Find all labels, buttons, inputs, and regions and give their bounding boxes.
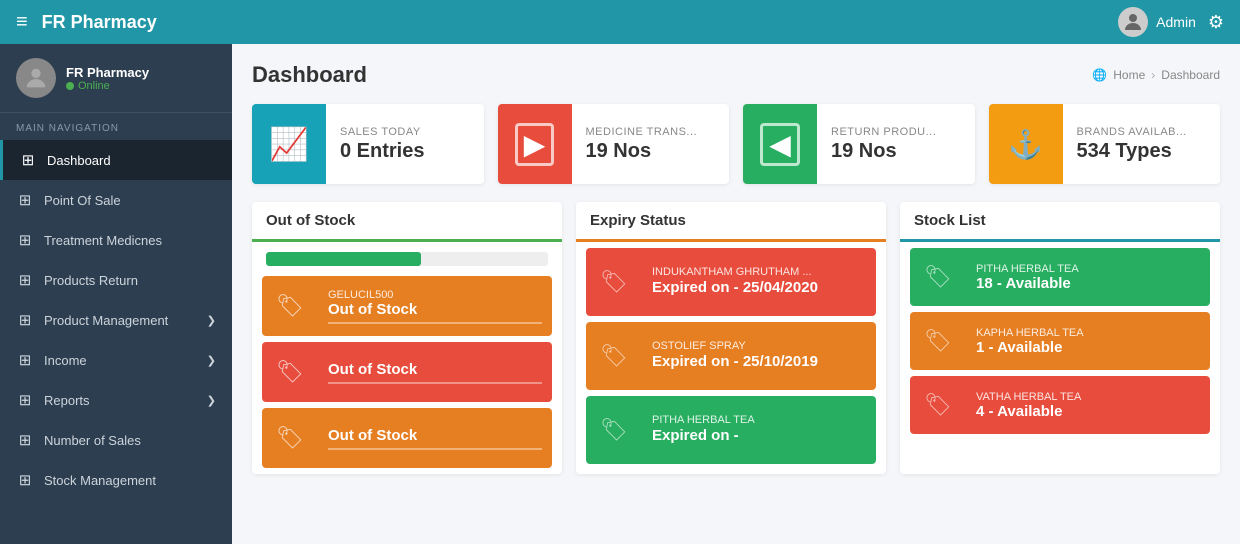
brands-label: BRANDS AVAILAB... xyxy=(1077,126,1187,138)
main-content: Dashboard 🌐 Home › Dashboard 📈 SALES TOD… xyxy=(232,44,1240,544)
sales-today-label: SALES TODAY xyxy=(340,126,424,138)
stats-row: 📈 SALES TODAY 0 Entries ▶ MEDICINE TRANS… xyxy=(252,104,1220,184)
chevron-right-icon2: ❯ xyxy=(207,354,216,367)
income-icon: ⊞ xyxy=(16,351,34,369)
reports-icon: ⊞ xyxy=(16,391,34,409)
anchor-icon: ⚓ xyxy=(1008,128,1043,161)
stock-tag-icon-1: 🏷 xyxy=(262,342,318,402)
stat-card-medicine-trans[interactable]: ▶ MEDICINE TRANS... 19 Nos xyxy=(498,104,730,184)
stock-list-panel: Stock List 🏷 PITHA HERBAL TEA 18 - Avail… xyxy=(900,202,1220,474)
return-produ-value: 19 Nos xyxy=(831,140,936,163)
admin-info: Admin xyxy=(1118,7,1196,37)
trending-up-icon: 📈 xyxy=(269,125,309,163)
brands-icon-box: ⚓ xyxy=(989,104,1063,184)
stock-tag-icon-0: 🏷 xyxy=(262,276,318,336)
sidebar: FR Pharmacy Online MAIN NAVIGATION ⊞ Das… xyxy=(0,44,232,544)
products-return-icon: ⊞ xyxy=(16,271,34,289)
sidebar-item-point-of-sale[interactable]: ⊞ Point Of Sale xyxy=(0,180,232,220)
out-of-stock-header: Out of Stock xyxy=(252,202,562,242)
stock-progress-bar xyxy=(266,252,548,266)
return-produ-icon-box: ◀ xyxy=(743,104,817,184)
stock-list-item-1[interactable]: 🏷 KAPHA HERBAL TEA 1 - Available xyxy=(910,312,1210,370)
out-of-stock-panel: Out of Stock 🏷 GELUCIL500 Out of Stock 🏷 xyxy=(252,202,562,474)
expiry-tag-icon-1: 🏷 xyxy=(586,322,642,390)
expiry-tag-icon-0: 🏷 xyxy=(586,248,642,316)
stat-card-sales-today[interactable]: 📈 SALES TODAY 0 Entries xyxy=(252,104,484,184)
sidebar-item-dashboard[interactable]: ⊞ Dashboard xyxy=(0,140,232,180)
stat-card-return-produ[interactable]: ◀ RETURN PRODU... 19 Nos xyxy=(743,104,975,184)
avatar xyxy=(1118,7,1148,37)
stock-list-item-0[interactable]: 🏷 PITHA HERBAL TEA 18 - Available xyxy=(910,248,1210,306)
stock-list-tag-icon-1: 🏷 xyxy=(910,312,966,370)
navbar: ≡ FR Pharmacy Admin ⚙ xyxy=(0,0,1240,44)
sidebar-username: FR Pharmacy xyxy=(66,65,149,80)
stock-item-2[interactable]: 🏷 Out of Stock xyxy=(262,408,552,468)
sidebar-item-income[interactable]: ⊞ Income ❯ xyxy=(0,340,232,380)
stock-icon: ⊞ xyxy=(16,471,34,489)
stock-list-item-2[interactable]: 🏷 VATHA HERBAL TEA 4 - Available xyxy=(910,376,1210,434)
sidebar-nav-label: MAIN NAVIGATION xyxy=(0,113,232,140)
brand-title: FR Pharmacy xyxy=(42,12,157,33)
expiry-status-header: Expiry Status xyxy=(576,202,886,242)
stock-item-0[interactable]: 🏷 GELUCIL500 Out of Stock xyxy=(262,276,552,336)
sidebar-status: Online xyxy=(66,80,149,92)
stock-list-tag-icon-0: 🏷 xyxy=(910,248,966,306)
medicine-trans-icon-box: ▶ xyxy=(498,104,572,184)
admin-label: Admin xyxy=(1156,14,1196,30)
sidebar-item-number-of-sales[interactable]: ⊞ Number of Sales xyxy=(0,420,232,460)
chevron-right-icon3: ❯ xyxy=(207,394,216,407)
play-icon: ▶ xyxy=(515,123,555,166)
stock-item-1[interactable]: 🏷 Out of Stock xyxy=(262,342,552,402)
page-title: Dashboard xyxy=(252,62,367,88)
dashboard-icon: ⊞ xyxy=(19,151,37,169)
sidebar-item-products-return[interactable]: ⊞ Products Return xyxy=(0,260,232,300)
stock-tag-icon-2: 🏷 xyxy=(262,408,318,468)
back-icon: ◀ xyxy=(760,123,800,166)
chevron-right-icon: ❯ xyxy=(207,314,216,327)
status-dot xyxy=(66,82,74,90)
expiry-item-1[interactable]: 🏷 OSTOLIEF SPRAY Expired on - 25/10/2019 xyxy=(586,322,876,390)
sales-today-value: 0 Entries xyxy=(340,140,424,163)
treatment-icon: ⊞ xyxy=(16,231,34,249)
sidebar-item-product-management[interactable]: ⊞ Product Management ❯ xyxy=(0,300,232,340)
brands-value: 534 Types xyxy=(1077,140,1187,163)
expiry-tag-icon-2: 🏷 xyxy=(586,396,642,464)
medicine-trans-label: MEDICINE TRANS... xyxy=(586,126,698,138)
settings-icon[interactable]: ⚙ xyxy=(1208,12,1224,33)
hamburger-icon[interactable]: ≡ xyxy=(16,11,28,34)
sidebar-avatar xyxy=(16,58,56,98)
medicine-trans-value: 19 Nos xyxy=(586,140,698,163)
expiry-status-panel: Expiry Status 🏷 INDUKANTHAM GHRUTHAM ...… xyxy=(576,202,886,474)
stock-list-tag-icon-2: 🏷 xyxy=(910,376,966,434)
sales-today-icon-box: 📈 xyxy=(252,104,326,184)
page-header: Dashboard 🌐 Home › Dashboard xyxy=(252,62,1220,88)
product-mgmt-icon: ⊞ xyxy=(16,311,34,329)
panels-row: Out of Stock 🏷 GELUCIL500 Out of Stock 🏷 xyxy=(252,202,1220,474)
sales-icon: ⊞ xyxy=(16,431,34,449)
sidebar-item-stock-management[interactable]: ⊞ Stock Management xyxy=(0,460,232,500)
stock-list-header: Stock List xyxy=(900,202,1220,242)
breadcrumb: 🌐 Home › Dashboard xyxy=(1092,68,1220,82)
expiry-item-2[interactable]: 🏷 PITHA HERBAL TEA Expired on - xyxy=(586,396,876,464)
sidebar-item-treatment-medicines[interactable]: ⊞ Treatment Medicnes xyxy=(0,220,232,260)
return-produ-label: RETURN PRODU... xyxy=(831,126,936,138)
pos-icon: ⊞ xyxy=(16,191,34,209)
stock-progress-fill xyxy=(266,252,421,266)
stat-card-brands[interactable]: ⚓ BRANDS AVAILAB... 534 Types xyxy=(989,104,1221,184)
home-icon: 🌐 xyxy=(1092,68,1107,82)
expiry-item-0[interactable]: 🏷 INDUKANTHAM GHRUTHAM ... Expired on - … xyxy=(586,248,876,316)
sidebar-user: FR Pharmacy Online xyxy=(0,44,232,113)
sidebar-item-reports[interactable]: ⊞ Reports ❯ xyxy=(0,380,232,420)
